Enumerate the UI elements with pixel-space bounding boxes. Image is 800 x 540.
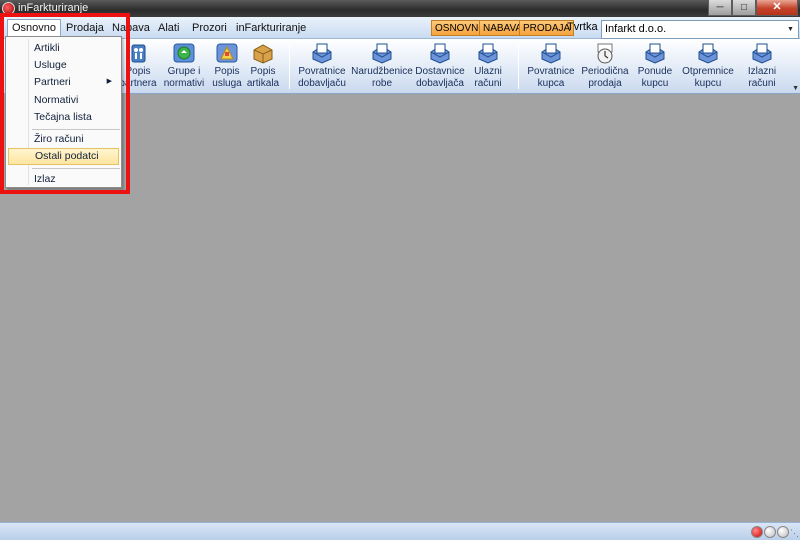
company-label: Tvrtka : [567,21,604,33]
services-icon [216,43,238,63]
mode-prodaja-button[interactable]: PRODAJA [519,20,575,36]
document-icon [645,43,665,64]
toolbar-otpremnice-kupcu[interactable]: Otpremnice kupcu [680,42,736,89]
toolbar-label-line1: Povratnice [527,66,575,77]
status-indicator-grey-icon [764,526,776,538]
toolbar-label-line1: Narudžbenice [351,66,413,77]
toolbar-separator [289,45,290,89]
maximize-icon: □ [740,1,748,13]
toolbar-label-line1: Grupe i [167,66,201,77]
toolbar-label-line2: računi [474,77,502,89]
clock-icon [597,43,613,64]
maximize-button[interactable]: □ [732,0,756,16]
close-button[interactable]: ✕ [756,0,798,16]
resize-grip-icon[interactable]: ⋱ [790,528,799,539]
toolbar-label-line2: dobavljača [416,77,464,89]
toolbar-label-line2: prodaja [588,77,622,89]
window-controls: ─ □ ✕ [708,0,798,16]
toolbar-label-line1: Otpremnice [682,66,734,77]
toolbar-label-line1: Povratnice [298,66,346,77]
toolbar-narudzbenice-robe[interactable]: Narudžbenice robe [351,42,413,89]
toolbar-label-line2: normativi [163,77,205,89]
toolbar-popis-artikala[interactable]: Popis artikala [246,42,280,89]
toolbar-label-line2: dobavljaču [298,77,346,89]
annotation-highlight-box [0,13,130,194]
toolbar-dostavnice-dobavljaca[interactable]: Dostavnice dobavljača [414,42,466,89]
toolbar-label-line2: kupcu [641,77,669,89]
minimize-icon: ─ [716,1,724,13]
document-icon [478,43,498,64]
recycle-icon [173,43,195,63]
toolbar-label-line1: Periodična [581,66,629,77]
status-bar: ⋱ [0,522,800,540]
toolbar-label-line2: kupcu [694,77,722,89]
company-select[interactable]: Infarkt d.o.o. ▼ [601,20,799,39]
toolbar-label-line2: računi [748,77,776,89]
toolbar-grupe-normativi[interactable]: Grupe i normativi [162,42,206,89]
toolbar-label-line1: Dostavnice [415,66,465,77]
document-icon [372,43,392,64]
toolbar-label-line1: Ponude [637,66,673,77]
toolbar-povratnice-kupca[interactable]: Povratnice kupca [525,42,577,89]
toolbar-izlazni-racuni[interactable]: Izlazni računi [742,42,782,89]
toolbar-ponude-kupcu[interactable]: Ponude kupcu [634,42,676,89]
menu-prozori[interactable]: Prozori [188,20,231,37]
menu-alati[interactable]: Alati [154,20,183,37]
document-icon [430,43,450,64]
toolbar-label-line1: Popis [250,66,276,77]
document-icon [752,43,772,64]
document-icon [698,43,718,64]
chevron-down-icon[interactable]: ▼ [784,22,797,37]
toolbar-separator [518,45,519,89]
close-icon: ✕ [772,1,782,13]
toolbar-label-line2: kupca [537,77,565,89]
box-icon [253,44,273,64]
status-indicator-red-icon [751,526,763,538]
toolbar-label-line1: Popis [214,66,240,77]
toolbar-popis-usluga[interactable]: Popis usluga [209,42,245,89]
minimize-button[interactable]: ─ [708,0,732,16]
toolbar-label-line2: artikala [246,77,280,89]
status-indicator-grey-icon [777,526,789,538]
toolbar-periodicna-prodaja[interactable]: Periodična prodaja [579,42,631,89]
document-icon [541,43,561,64]
document-icon [312,43,332,64]
toolbar-label-line1: Ulazni [474,66,502,77]
toolbar-label-line2: robe [371,77,392,89]
company-value: Infarkt d.o.o. [605,23,667,35]
toolbar-overflow-chevron-icon[interactable]: ▼ [792,85,799,92]
toolbar-ulazni-racuni[interactable]: Ulazni računi [468,42,508,89]
toolbar-povratnice-dobavljacu[interactable]: Povratnice dobavljaču [296,42,348,89]
toolbar-label-line1: Izlazni [747,66,777,77]
toolbar-label-line2: usluga [212,77,242,89]
menu-infarkturiranje[interactable]: inFarkturiranje [232,20,310,37]
